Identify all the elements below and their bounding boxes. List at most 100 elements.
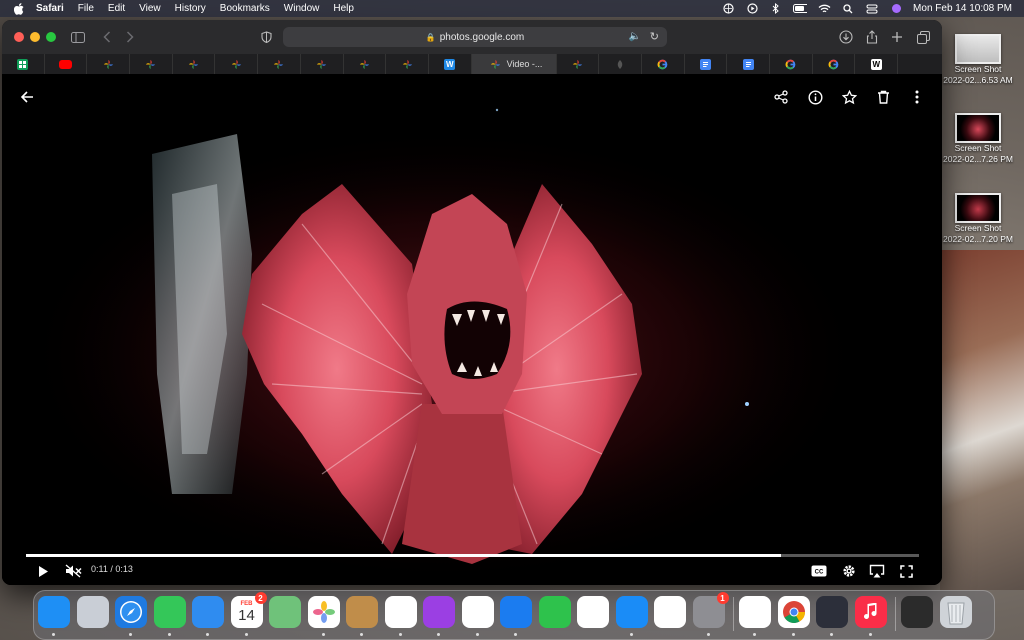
info-icon[interactable] (806, 88, 824, 106)
spotlight-search-icon[interactable] (841, 3, 855, 14)
dock-messenger-icon[interactable] (739, 596, 771, 628)
desktop-file-screenshot[interactable]: Screen Shot 2022-02...7.20 PM (938, 193, 1018, 245)
status-play-icon[interactable] (745, 3, 759, 14)
menu-view[interactable]: View (139, 3, 161, 14)
dock-numbers-icon[interactable] (577, 596, 609, 628)
google-photos-icon (188, 59, 199, 70)
address-bar[interactable]: 🔒 photos.google.com 🔈 ↻ (283, 27, 667, 47)
airplay-icon[interactable] (866, 562, 888, 580)
menu-history[interactable]: History (175, 3, 206, 14)
desktop-file-screenshot[interactable]: Screen Shot 2022-02...6.53 AM (938, 34, 1018, 86)
browser-tab[interactable]: W (429, 54, 472, 74)
browser-tab[interactable] (45, 54, 88, 74)
closed-captions-icon[interactable]: CC (808, 562, 830, 580)
bluetooth-icon[interactable] (769, 3, 783, 14)
browser-tab[interactable] (770, 54, 813, 74)
browser-tab[interactable] (215, 54, 259, 74)
menu-clock[interactable]: Mon Feb 14 10:08 PM (913, 3, 1012, 14)
dock-messages-icon[interactable] (153, 596, 186, 628)
siri-icon[interactable] (889, 4, 903, 14)
settings-gear-icon[interactable] (838, 562, 860, 580)
dock-chrome-icon[interactable] (777, 596, 810, 628)
dock-calendar-icon[interactable]: FEB 14 2 (230, 592, 267, 628)
dock-app-store-icon[interactable] (615, 596, 648, 628)
minimize-window-button[interactable] (30, 32, 40, 42)
browser-tab[interactable]: W (855, 54, 899, 74)
file-name-line1: Screen Shot (954, 64, 1002, 74)
browser-tab[interactable] (599, 54, 642, 74)
fullscreen-icon[interactable] (895, 562, 917, 580)
menu-help[interactable]: Help (333, 3, 354, 14)
browser-tab-active[interactable]: Video -... (471, 54, 557, 74)
dock-notes-icon[interactable] (461, 596, 494, 628)
trash-icon[interactable] (874, 88, 892, 106)
downloads-icon[interactable] (838, 29, 854, 45)
dock-pages-icon[interactable] (654, 596, 686, 628)
dock-mail-icon[interactable] (192, 596, 224, 628)
share-icon[interactable] (772, 88, 790, 106)
more-options-icon[interactable] (908, 88, 926, 106)
zoom-window-button[interactable] (46, 32, 56, 42)
favorite-star-icon[interactable] (840, 88, 858, 106)
dock-screenshot-stack-icon[interactable] (901, 596, 933, 628)
video-progress-bar[interactable] (26, 554, 919, 557)
play-icon[interactable] (34, 562, 52, 580)
back-icon[interactable] (99, 29, 115, 45)
dock-music-icon[interactable] (854, 596, 887, 628)
browser-tab[interactable] (557, 54, 600, 74)
sidebar-toggle-icon[interactable] (70, 29, 86, 45)
menu-app-name[interactable]: Safari (36, 3, 64, 14)
menu-file[interactable]: File (78, 3, 94, 14)
running-indicator (437, 633, 440, 636)
browser-tab[interactable] (258, 54, 301, 74)
apple-menu-icon[interactable] (12, 2, 26, 16)
dock-trash-icon[interactable] (939, 596, 972, 628)
forward-icon[interactable] (122, 29, 138, 45)
dock-reminders-icon[interactable] (384, 596, 417, 628)
dock-keynote-icon[interactable] (500, 596, 532, 628)
site-icon: W (444, 58, 456, 70)
dock-system-preferences-icon[interactable]: 1 (692, 592, 729, 628)
menu-edit[interactable]: Edit (108, 3, 125, 14)
muted-volume-icon[interactable] (63, 562, 83, 580)
control-center-icon[interactable] (865, 4, 879, 14)
browser-tab[interactable] (813, 54, 856, 74)
browser-tab[interactable] (301, 54, 344, 74)
video-player[interactable]: 0:11 / 0:13 CC (2, 74, 942, 585)
dock-safari-icon[interactable] (115, 596, 147, 628)
close-window-button[interactable] (14, 32, 24, 42)
status-globe-icon[interactable] (721, 3, 735, 14)
file-thumbnail (955, 34, 1001, 64)
tab-audio-icon[interactable]: 🔈 (629, 31, 641, 42)
browser-tab[interactable] (727, 54, 770, 74)
dock-facetime-icon[interactable] (538, 596, 571, 628)
browser-tab[interactable] (344, 54, 387, 74)
dock-davinci-resolve-icon[interactable] (816, 596, 848, 628)
browser-tab[interactable] (130, 54, 173, 74)
battery-icon[interactable] (793, 4, 808, 14)
browser-tab[interactable] (642, 54, 685, 74)
dock-contacts-icon[interactable] (346, 596, 378, 628)
desktop-file-screenshot[interactable]: Screen Shot 2022-02...7.26 PM (938, 113, 1018, 165)
dock-maps-icon[interactable] (269, 596, 301, 628)
reload-icon[interactable]: ↻ (650, 30, 659, 43)
menu-bookmarks[interactable]: Bookmarks (220, 3, 270, 14)
browser-tab[interactable] (386, 54, 429, 74)
share-icon[interactable] (864, 29, 880, 45)
browser-tab[interactable] (173, 54, 216, 74)
menu-window[interactable]: Window (284, 3, 320, 14)
wifi-icon[interactable] (817, 4, 831, 14)
browser-tab[interactable] (2, 54, 45, 74)
dock-launchpad-icon[interactable] (76, 596, 109, 628)
google-photos-icon (231, 59, 242, 70)
tab-overview-icon[interactable] (915, 29, 931, 45)
back-arrow-icon[interactable] (18, 88, 36, 106)
new-tab-icon[interactable] (889, 29, 905, 45)
dock-podcasts-icon[interactable] (423, 596, 455, 628)
browser-tab[interactable] (685, 54, 728, 74)
notification-badge: 1 (716, 592, 729, 604)
browser-tab[interactable] (87, 54, 131, 74)
privacy-shield-icon[interactable] (258, 29, 274, 45)
dock-photos-icon[interactable] (307, 596, 340, 628)
dock-finder-icon[interactable] (38, 596, 70, 628)
